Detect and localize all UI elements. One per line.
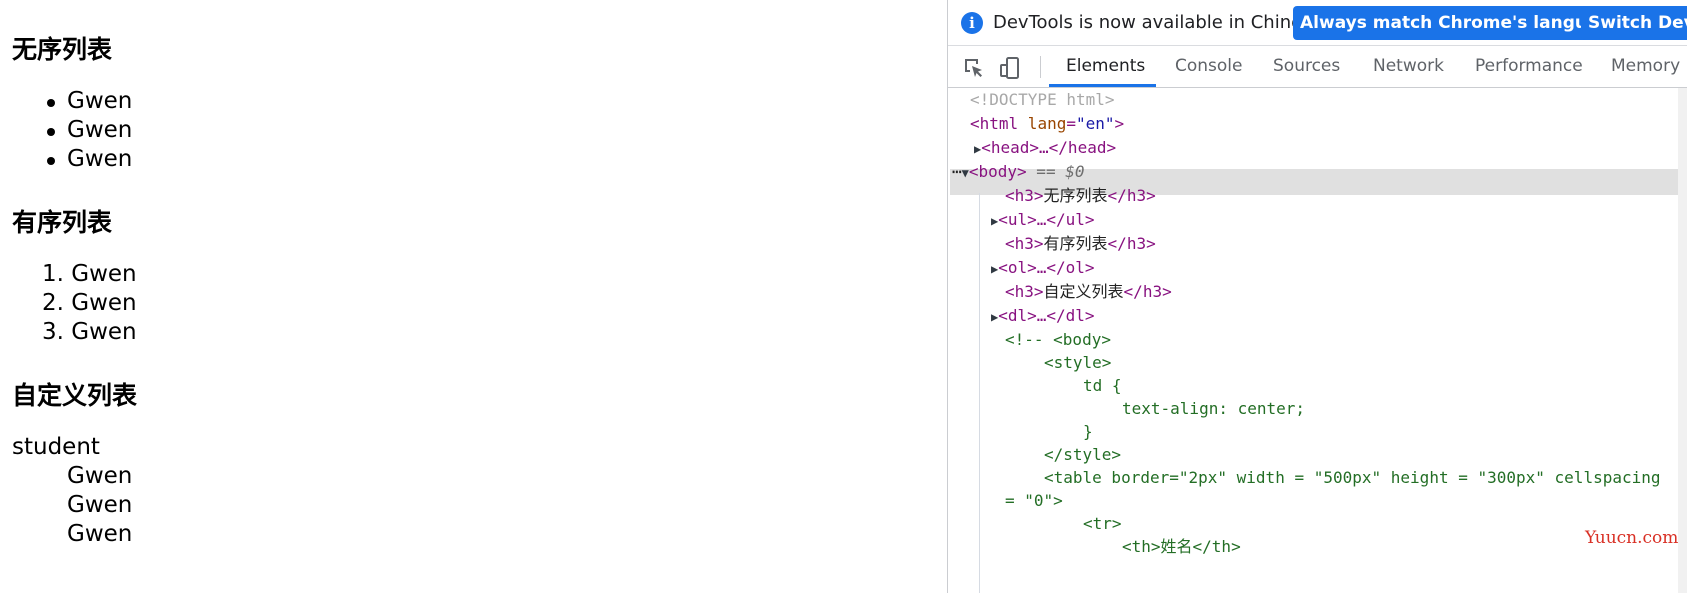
dom-node-h3[interactable]: <h3>自定义列表</h3> <box>1005 280 1172 304</box>
inspect-element-icon[interactable] <box>962 56 986 80</box>
dom-comment-line[interactable]: <!-- <body> <box>1005 328 1111 352</box>
tab-network[interactable]: Network <box>1373 46 1444 87</box>
dom-node-ul[interactable]: ▶<ul>…</ul> <box>991 208 1095 232</box>
devtools-panel: i DevTools is now available in Chinese! … <box>947 0 1687 593</box>
dom-comment-line[interactable]: <table border="2px" width = "500px" heig… <box>1044 466 1661 490</box>
bullet-icon <box>47 128 55 136</box>
active-tab-indicator <box>1049 84 1156 87</box>
ordered-list-heading: 有序列表 <box>12 208 113 237</box>
toolbar-divider <box>1040 56 1041 78</box>
unordered-list-item: Gwen <box>67 117 133 143</box>
dom-node-html[interactable]: <html lang="en"> <box>970 112 1124 136</box>
tab-memory[interactable]: Memory <box>1611 46 1680 87</box>
dom-comment-line[interactable]: } <box>1083 420 1093 444</box>
unordered-list-item: Gwen <box>67 146 133 172</box>
dom-node-h3[interactable]: <h3>无序列表</h3> <box>1005 184 1156 208</box>
definition-term: student <box>12 434 100 460</box>
definition-description: Gwen <box>67 492 133 518</box>
info-icon: i <box>961 12 983 34</box>
dom-comment-line[interactable]: </style> <box>1044 443 1121 467</box>
device-toolbar-icon[interactable] <box>998 56 1022 80</box>
elements-tree: <!DOCTYPE html> <html lang="en"> ▶<head>… <box>948 88 1687 593</box>
ordered-list-item: 3. Gwen <box>42 319 137 345</box>
dom-node-dl[interactable]: ▶<dl>…</dl> <box>991 304 1095 328</box>
dom-comment-line[interactable]: = "0"> <box>1005 489 1063 513</box>
tab-console[interactable]: Console <box>1175 46 1243 87</box>
unordered-list-heading: 无序列表 <box>12 35 113 64</box>
tab-performance[interactable]: Performance <box>1475 46 1583 87</box>
always-match-language-button[interactable]: Always match Chrome's language <box>1293 6 1630 40</box>
dom-node-body[interactable]: ⋯▼<body> == $0 <box>952 160 1084 184</box>
dom-comment-line[interactable]: td { <box>1083 374 1122 398</box>
dom-comment-line[interactable]: <style> <box>1044 351 1111 375</box>
more-options-icon[interactable]: ⋯ <box>952 162 962 181</box>
dom-comment-line[interactable]: <th>姓名</th> <box>1122 535 1241 559</box>
definition-description: Gwen <box>67 521 133 547</box>
bullet-icon <box>47 157 55 165</box>
infobar-message: DevTools is now available in Chinese! <box>993 12 1330 33</box>
tab-sources[interactable]: Sources <box>1273 46 1340 87</box>
ordered-list-item: 1. Gwen <box>42 261 137 287</box>
tab-elements[interactable]: Elements <box>1066 46 1145 87</box>
definition-list-heading: 自定义列表 <box>12 381 138 410</box>
devtools-toolbar: Elements Console Sources Network Perform… <box>948 46 1687 88</box>
definition-description: Gwen <box>67 463 133 489</box>
dom-node-h3[interactable]: <h3>有序列表</h3> <box>1005 232 1156 256</box>
dom-node-ol[interactable]: ▶<ol>…</ol> <box>991 256 1095 280</box>
collapse-triangle-icon[interactable]: ▼ <box>962 166 969 180</box>
rendered-page: 无序列表 Gwen Gwen Gwen 有序列表 1. Gwen 2. Gwen… <box>0 0 947 593</box>
dom-comment-line[interactable]: text-align: center; <box>1122 397 1305 421</box>
unordered-list-item: Gwen <box>67 88 133 114</box>
watermark-text: Yuucn.com <box>1585 528 1679 548</box>
elements-scrollbar[interactable] <box>1678 88 1687 593</box>
bullet-icon <box>47 99 55 107</box>
dom-node-doctype[interactable]: <!DOCTYPE html> <box>970 88 1115 112</box>
indent-guide <box>979 193 980 593</box>
dom-comment-line[interactable]: <tr> <box>1083 512 1122 536</box>
switch-devtools-language-button[interactable]: Switch DevT <box>1581 6 1687 40</box>
dom-node-head[interactable]: ▶<head>…</head> <box>974 136 1116 160</box>
language-infobar: i DevTools is now available in Chinese! … <box>948 0 1687 46</box>
ordered-list-item: 2. Gwen <box>42 290 137 316</box>
